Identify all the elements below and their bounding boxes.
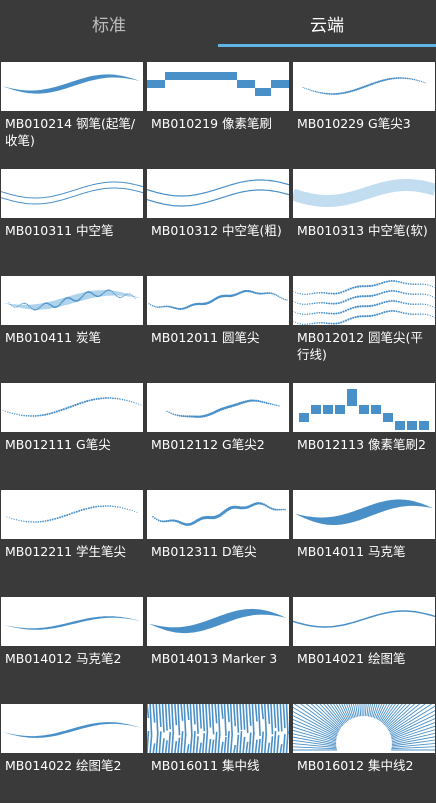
brush-name-label: MB010219 像素笔刷 bbox=[151, 116, 273, 131]
brush-name-label: MB012112 G笔尖2 bbox=[151, 437, 265, 452]
brush-stroke-preview-svg bbox=[149, 608, 287, 634]
brush-stroke-preview bbox=[293, 597, 435, 646]
brush-stroke-preview bbox=[1, 169, 143, 218]
brush-stroke-preview bbox=[293, 490, 435, 539]
brush-name-label: MB010411 炭笔 bbox=[5, 330, 102, 345]
brush-stroke-preview bbox=[147, 383, 289, 432]
brush-item[interactable]: MB010229 G笔尖3 bbox=[292, 52, 436, 160]
brush-stroke-preview-svg bbox=[152, 502, 286, 526]
brush-stroke-preview-svg bbox=[293, 610, 435, 628]
brush-item[interactable]: MB014013 Marker 3 bbox=[146, 587, 292, 695]
brush-stroke-preview-svg bbox=[293, 279, 435, 325]
tab-standard[interactable]: 标准 bbox=[0, 0, 218, 46]
brush-stroke-preview-svg bbox=[3, 616, 141, 630]
brush-item[interactable]: MB014021 绘图笔 bbox=[292, 587, 436, 695]
brush-item[interactable]: MB016012 集中线2 bbox=[292, 694, 436, 802]
brush-stroke-preview bbox=[1, 276, 143, 325]
brush-name-label: MB010313 中空笔(软) bbox=[297, 223, 428, 238]
brush-item[interactable]: MB010311 中空笔 bbox=[0, 159, 146, 267]
active-tab-indicator bbox=[218, 44, 436, 47]
brush-stroke-preview bbox=[147, 276, 289, 325]
brush-stroke-preview-svg bbox=[147, 704, 289, 753]
brush-stroke-preview bbox=[293, 62, 435, 111]
brush-item[interactable]: MB012111 G笔尖 bbox=[0, 373, 146, 481]
brush-stroke-preview bbox=[147, 597, 289, 646]
brush-item[interactable]: MB012112 G笔尖2 bbox=[146, 373, 292, 481]
brush-name-label: MB012311 D笔尖 bbox=[151, 544, 257, 559]
brush-grid: MB010214 钢笔(起笔/收笔) MB010219 像素笔刷 MB010229 … bbox=[0, 52, 436, 803]
brush-item[interactable]: MB010312 中空笔(粗) bbox=[146, 159, 292, 267]
brush-stroke-preview-svg bbox=[6, 505, 138, 523]
brush-item[interactable]: MB012011 圆笔尖 bbox=[146, 266, 292, 374]
brush-name-label: MB010229 G笔尖3 bbox=[297, 116, 411, 131]
brush-item[interactable]: MB014012 马克笔2 bbox=[0, 587, 146, 695]
brush-item[interactable]: MB012311 D笔尖 bbox=[146, 480, 292, 588]
brush-name-label: MB016012 集中线2 bbox=[297, 758, 414, 773]
brush-name-label: MB016011 集中线 bbox=[151, 758, 260, 773]
brush-stroke-preview-svg bbox=[147, 179, 289, 207]
brush-stroke-preview bbox=[293, 704, 435, 753]
brush-name-label: MB014022 绘图笔2 bbox=[5, 758, 122, 773]
brush-stroke-preview bbox=[293, 383, 435, 432]
brush-item[interactable]: MB014022 绘图笔2 bbox=[0, 694, 146, 802]
brush-item[interactable]: MB012012 圆笔尖(平行线) bbox=[292, 266, 436, 374]
brush-stroke-preview bbox=[1, 704, 143, 753]
brush-name-label: MB014012 马克笔2 bbox=[5, 651, 122, 666]
brush-stroke-preview-svg bbox=[166, 399, 280, 418]
brush-stroke-preview-svg bbox=[299, 389, 429, 430]
brush-stroke-preview bbox=[147, 490, 289, 539]
brush-name-label: MB012011 圆笔尖 bbox=[151, 330, 260, 345]
brush-stroke-preview bbox=[293, 169, 435, 218]
brush-name-label: MB014013 Marker 3 bbox=[151, 651, 278, 666]
brush-stroke-preview bbox=[1, 383, 143, 432]
brush-stroke-preview bbox=[1, 490, 143, 539]
brush-item[interactable]: MB010214 钢笔(起笔/收笔) bbox=[0, 52, 146, 160]
brush-name-label: MB014021 绘图笔 bbox=[297, 651, 406, 666]
brush-name-label: MB014011 马克笔 bbox=[297, 544, 406, 559]
brush-item[interactable]: MB014011 马克笔 bbox=[292, 480, 436, 588]
brush-stroke-preview-svg bbox=[147, 72, 289, 96]
brush-stroke-preview-svg bbox=[293, 179, 435, 207]
brush-stroke-preview-svg bbox=[3, 289, 141, 311]
brush-stroke-preview bbox=[293, 276, 435, 325]
tab-bar: 标准 云端 bbox=[0, 0, 436, 52]
brush-name-label: MB010311 中空笔 bbox=[5, 223, 114, 238]
brush-name-label: MB012012 圆笔尖(平行线) bbox=[297, 330, 423, 362]
brush-stroke-preview bbox=[147, 169, 289, 218]
brush-item[interactable]: MB012113 像素笔刷2 bbox=[292, 373, 436, 481]
brush-stroke-preview bbox=[1, 62, 143, 111]
brush-item[interactable]: MB010219 像素笔刷 bbox=[146, 52, 292, 160]
brush-stroke-preview-svg bbox=[2, 397, 142, 417]
brush-stroke-preview bbox=[147, 62, 289, 111]
brush-name-label: MB012111 G笔尖 bbox=[5, 437, 111, 452]
brush-stroke-preview-svg bbox=[3, 74, 141, 94]
brush-stroke-preview-svg bbox=[302, 77, 426, 95]
brush-item[interactable]: MB012211 学生笔尖 bbox=[0, 480, 146, 588]
brush-name-label: MB010214 钢笔(起笔/收笔) bbox=[5, 116, 136, 148]
brush-item[interactable]: MB010313 中空笔(软) bbox=[292, 159, 436, 267]
brush-stroke-preview-svg bbox=[1, 181, 143, 205]
brush-item[interactable]: MB010411 炭笔 bbox=[0, 266, 146, 374]
brush-stroke-preview-svg bbox=[295, 499, 433, 525]
brush-name-label: MB010312 中空笔(粗) bbox=[151, 223, 282, 238]
tab-cloud[interactable]: 云端 bbox=[218, 0, 436, 46]
brush-stroke-preview bbox=[1, 597, 143, 646]
brush-name-label: MB012113 像素笔刷2 bbox=[297, 437, 427, 452]
brush-stroke-preview-svg bbox=[293, 704, 435, 751]
brush-stroke-preview bbox=[147, 704, 289, 753]
brush-stroke-preview-svg bbox=[148, 289, 288, 311]
brush-item[interactable]: MB016011 集中线 bbox=[146, 694, 292, 802]
brush-stroke-preview-svg bbox=[3, 722, 141, 738]
brush-name-label: MB012211 学生笔尖 bbox=[5, 544, 127, 559]
